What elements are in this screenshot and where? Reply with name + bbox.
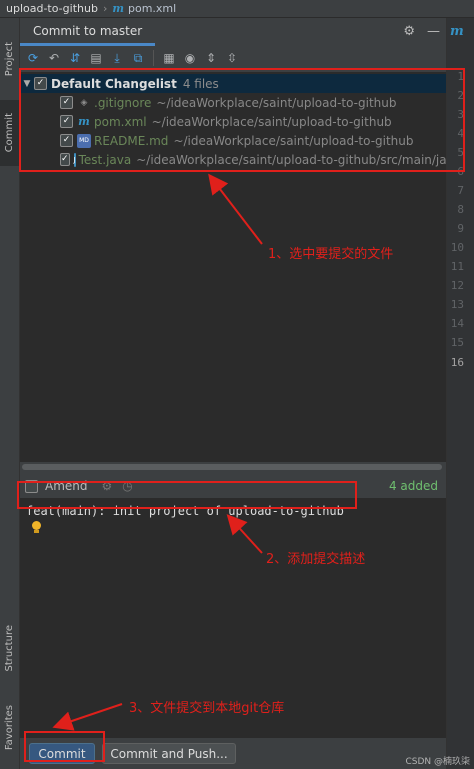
annotation-step1: 1、选中要提交的文件	[268, 247, 394, 262]
watermark: CSDN @楠玖柒	[405, 757, 470, 767]
arrow-step3	[52, 703, 123, 731]
annotation-step2: 2、添加提交描述	[266, 552, 366, 567]
arrow-step1	[208, 173, 263, 245]
annotation-arrows	[52, 173, 263, 731]
annotation-step3: 3、文件提交到本地git仓库	[129, 701, 285, 716]
arrow-step2	[226, 514, 263, 554]
